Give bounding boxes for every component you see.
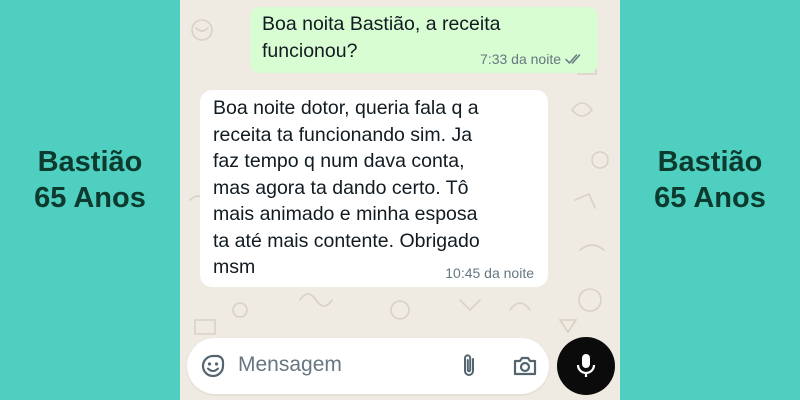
paperclip-icon[interactable]: [455, 352, 483, 380]
contact-name: Bastião: [37, 146, 143, 178]
message-bubble-incoming[interactable]: Boa noite dotor, queria fala q a receita…: [200, 90, 548, 287]
message-text: Boa noite dotor, queria fala q a receita…: [213, 97, 480, 278]
message-input-bar[interactable]: Mensagem: [187, 338, 549, 394]
contact-age: 65 Anos: [34, 182, 146, 214]
microphone-icon: [576, 354, 596, 377]
message-time: 10:45 da noite: [445, 265, 534, 281]
message-time: 7:33 da noite: [480, 51, 561, 67]
chat-window: Boa noita Bastião, a receita funcionou? …: [180, 0, 620, 400]
contact-age: 65 Anos: [654, 182, 766, 214]
microphone-button[interactable]: [557, 337, 615, 395]
contact-label-left: Bastião 65 Anos: [0, 144, 180, 216]
message-bubble-outgoing[interactable]: Boa noita Bastião, a receita funcionou? …: [250, 7, 598, 73]
double-check-icon: [565, 54, 581, 64]
contact-label-right: Bastião 65 Anos: [620, 144, 800, 216]
message-meta: 10:45 da noite: [445, 265, 534, 281]
message-meta: 7:33 da noite: [480, 51, 584, 67]
contact-name: Bastião: [657, 146, 763, 178]
emoji-icon[interactable]: [199, 352, 227, 380]
camera-icon[interactable]: [511, 352, 539, 380]
message-input[interactable]: Mensagem: [238, 353, 342, 377]
